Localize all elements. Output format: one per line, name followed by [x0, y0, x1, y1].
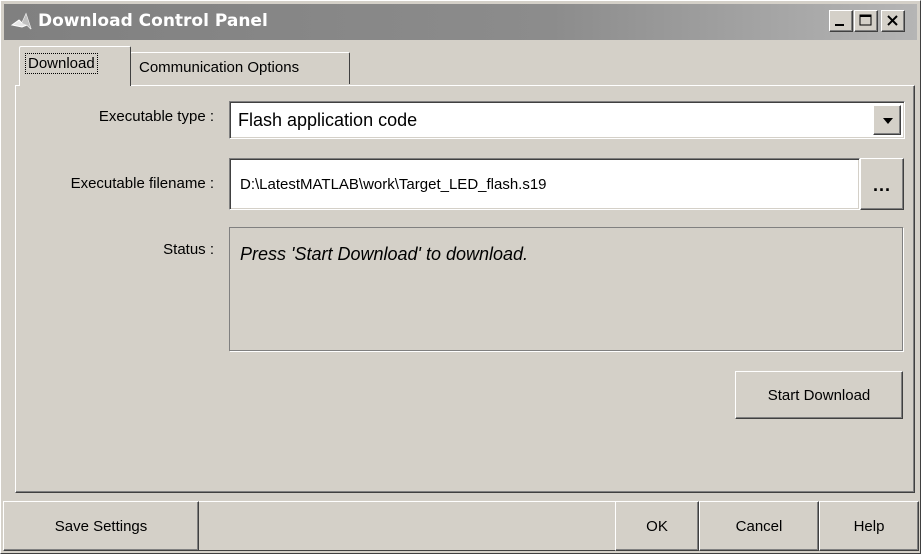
ok-button[interactable]: OK — [615, 501, 699, 551]
maximize-button[interactable] — [854, 10, 878, 32]
help-button[interactable]: Help — [819, 501, 919, 551]
help-label: Help — [853, 518, 885, 535]
title-bar[interactable]: Download Control Panel — [4, 4, 917, 40]
minimize-button[interactable] — [829, 10, 853, 32]
footer-spacer — [199, 501, 615, 551]
download-tab-panel — [15, 85, 915, 493]
save-settings-label: Save Settings — [54, 518, 148, 535]
tab-download[interactable]: Download — [19, 46, 131, 86]
tab-communication-options[interactable]: Communication Options — [130, 52, 350, 84]
download-control-panel-window: Download Control Panel Download Communic… — [0, 0, 921, 554]
save-settings-button[interactable]: Save Settings — [3, 501, 199, 551]
cancel-button[interactable]: Cancel — [699, 501, 819, 551]
tab-download-label: Download — [25, 53, 98, 74]
close-button[interactable] — [881, 10, 905, 32]
cancel-label: Cancel — [735, 518, 783, 535]
ok-label: OK — [646, 518, 668, 535]
matlab-logo-icon — [10, 11, 34, 33]
tab-communication-options-label: Communication Options — [139, 59, 300, 76]
window-title: Download Control Panel — [38, 11, 268, 31]
